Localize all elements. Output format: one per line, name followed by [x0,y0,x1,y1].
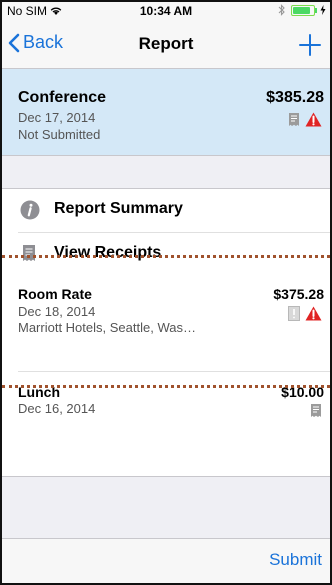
charging-icon [320,5,326,15]
submit-button[interactable]: Submit [269,550,322,570]
receipt-icon [311,404,321,417]
chevron-left-icon [8,33,20,52]
dotted-guide-line [2,385,330,388]
missing-receipt-icon [288,306,300,321]
view-receipts-label: View Receipts [54,244,162,261]
bottom-toolbar: Submit [2,538,330,583]
report-date: Dec 17, 2014 [18,110,96,125]
report-name: Conference [18,89,107,106]
expense-name: Room Rate [18,286,92,302]
report-status: Not Submitted [18,127,101,142]
warning-icon [305,112,322,127]
report-amount: $385.28 [266,89,324,106]
navigation-bar: Back Report [2,22,330,69]
info-icon [20,200,40,220]
expense-icons [310,403,322,418]
expense-date: Dec 18, 2014 [18,304,96,319]
status-indicators [278,4,326,16]
add-button[interactable] [296,28,324,60]
expense-amount: $375.28 [273,286,324,302]
phone-screen: No SIM 10:34 AM Back Report Conference D… [0,0,332,585]
dotted-guide-line [2,255,330,258]
receipt-icon [23,245,35,261]
expense-date: Dec 16, 2014 [18,401,96,416]
receipt-icon [289,113,299,126]
plus-icon [299,34,321,56]
report-summary-label: Report Summary [54,200,183,217]
expense-row[interactable]: Lunch Dec 16, 2014 $10.00 [2,372,330,434]
expense-vendor: Marriott Hotels, Seattle, Was… [18,320,196,335]
expense-row[interactable]: Room Rate Dec 18, 2014 Marriott Hotels, … [2,273,330,335]
bluetooth-icon [278,4,285,16]
report-header[interactable]: Conference Dec 17, 2014 Not Submitted $3… [2,69,330,156]
expense-icons [288,306,322,321]
report-summary-row[interactable]: Report Summary [2,189,330,232]
status-bar: No SIM 10:34 AM [2,2,330,22]
warning-icon [305,306,322,321]
back-label: Back [23,32,64,52]
battery-icon [291,4,317,16]
back-button[interactable]: Back [8,32,63,53]
expense-list: Room Rate Dec 18, 2014 Marriott Hotels, … [2,273,330,477]
report-icons [288,112,322,127]
report-actions-group: Report Summary View Receipts [2,188,330,277]
